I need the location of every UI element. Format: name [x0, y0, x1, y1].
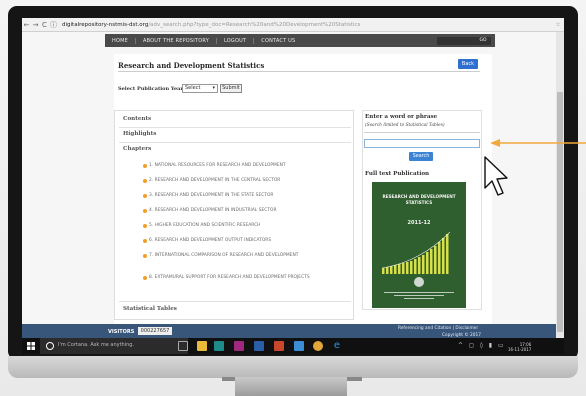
chapter-link[interactable]: 2. RESEARCH AND DEVELOPMENT IN THE CENTR…	[143, 178, 329, 184]
cover-title: RESEARCH AND DEVELOPMENT STATISTICS	[372, 194, 466, 206]
cover-title-line2: STATISTICS	[405, 200, 433, 205]
submit-button[interactable]: Submit	[220, 84, 242, 93]
bullet-icon	[143, 179, 147, 183]
nav-contact[interactable]: CONTACT US	[254, 38, 302, 44]
chapter-label: 4. RESEARCH AND DEVELOPMENT IN INDUSTRIA…	[149, 208, 277, 213]
phrase-search-input[interactable]	[364, 139, 480, 148]
statistical-tables-link[interactable]: Statistical Tables	[123, 306, 177, 312]
highlights-link[interactable]: Highlights	[123, 131, 156, 137]
word-icon[interactable]	[254, 341, 264, 351]
bullet-icon	[143, 164, 147, 168]
nav-about[interactable]: ABOUT THE REPOSITORY	[136, 37, 217, 44]
chapter-label: 3. RESEARCH AND DEVELOPMENT IN THE STATE…	[149, 193, 274, 198]
nav-logout[interactable]: LOGOUT	[217, 37, 255, 44]
divider	[119, 127, 351, 128]
search-button[interactable]: Search	[409, 152, 433, 161]
emblem-icon	[414, 277, 424, 287]
chapter-link[interactable]: 6. RESEARCH AND DEVELOPMENT OUTPUT INDIC…	[143, 238, 329, 244]
cortana-icon	[46, 342, 54, 350]
clock[interactable]: 17:06 16-11-2017	[508, 342, 531, 352]
bullet-icon	[143, 239, 147, 243]
chapter-link[interactable]: 7. INTERNATIONAL COMPARISON OF RESEARCH …	[143, 253, 299, 259]
contents-link[interactable]: Contents	[123, 116, 151, 122]
chrome-icon[interactable]	[313, 341, 323, 351]
chapter-label: 8. EXTRAMURAL SUPPORT FOR RESEARCH AND D…	[149, 275, 310, 280]
bullet-icon	[143, 194, 147, 198]
cover-bar-graphic	[381, 232, 451, 274]
scrollbar-thumb[interactable]	[557, 92, 563, 332]
go-button[interactable]: GO	[476, 37, 490, 45]
search-heading: Enter a word or phrase	[365, 114, 438, 120]
cover-footer-text	[384, 292, 454, 300]
arrow-right-icon[interactable]: →	[31, 21, 40, 29]
cortana-placeholder: I'm Cortana. Ask me anything.	[58, 342, 135, 348]
chapters-panel: Contents Highlights Chapters 1. NATIONAL…	[114, 110, 354, 320]
browser-toolbar: ← → C ⓘ digitalrepository-nstmis-dst.org…	[22, 18, 564, 32]
system-tray-icons[interactable]: ^ ◻ ◊ ▮ ▭	[458, 342, 506, 349]
chapter-label: 1. NATIONAL RESOURCES FOR RESEARCH AND D…	[149, 163, 286, 168]
scrollbar[interactable]	[556, 32, 564, 338]
title-divider	[118, 71, 480, 72]
windows-taskbar: I'm Cortana. Ask me anything. e ^ ◻ ◊ ▮ …	[22, 338, 564, 354]
bullet-icon	[143, 224, 147, 228]
search-divider	[364, 132, 480, 133]
chapter-link[interactable]: 5. HIGHER EDUCATION AND SCIENTIFIC RESEA…	[143, 223, 329, 229]
url-path: /adv_search.php?type_doc=Research%20and%…	[148, 21, 361, 28]
chapter-label: 7. INTERNATIONAL COMPARISON OF RESEARCH …	[149, 253, 299, 258]
star-icon[interactable]: ☆	[552, 22, 564, 28]
chapters-heading: Chapters	[123, 146, 152, 152]
info-icon: ⓘ	[50, 20, 57, 29]
year-label: Select Publication Year :	[118, 86, 187, 92]
page-title: Research and Development Statistics	[118, 61, 265, 70]
visitors-label: VISITORS	[108, 329, 135, 335]
photo-stage: ← → C ⓘ digitalrepository-nstmis-dst.org…	[0, 0, 586, 396]
divider	[119, 142, 351, 143]
reload-icon[interactable]: C	[40, 21, 49, 29]
monitor-chin	[8, 356, 578, 378]
clock-date: 16-11-2017	[508, 347, 532, 352]
bullet-icon	[143, 276, 147, 280]
powerpoint-icon[interactable]	[274, 341, 284, 351]
year-select[interactable]: Select ▾	[182, 84, 218, 93]
chapter-link[interactable]: 8. EXTRAMURAL SUPPORT FOR RESEARCH AND D…	[143, 275, 319, 281]
chapter-link[interactable]: 1. NATIONAL RESOURCES FOR RESEARCH AND D…	[143, 163, 329, 169]
year-select-value: Select	[185, 85, 201, 91]
chapter-label: 2. RESEARCH AND DEVELOPMENT IN THE CENTR…	[149, 178, 281, 183]
fulltext-heading: Full text Publication	[365, 171, 430, 177]
task-view-icon[interactable]	[178, 341, 188, 351]
chapter-link[interactable]: 4. RESEARCH AND DEVELOPMENT IN INDUSTRIA…	[143, 208, 329, 214]
search-subheading: (Search limited to Statistical Tables)	[365, 123, 445, 128]
bullet-icon	[143, 209, 147, 213]
windows-start-icon[interactable]	[27, 342, 35, 350]
cover-year: 2011-12	[407, 220, 431, 226]
divider	[119, 301, 351, 302]
back-button[interactable]: Back	[458, 59, 478, 69]
visitor-counter: 000227657	[138, 327, 172, 335]
cover-title-line1: RESEARCH AND DEVELOPMENT	[382, 194, 456, 199]
screen: ← → C ⓘ digitalrepository-nstmis-dst.org…	[22, 18, 564, 354]
edge-icon[interactable]: e	[332, 341, 342, 351]
chevron-down-icon: ▾	[212, 85, 215, 91]
chapter-label: 6. RESEARCH AND DEVELOPMENT OUTPUT INDIC…	[149, 238, 272, 243]
chapter-link[interactable]: 3. RESEARCH AND DEVELOPMENT IN THE STATE…	[143, 193, 329, 199]
publication-cover[interactable]: RESEARCH AND DEVELOPMENT STATISTICS 2011-…	[372, 182, 466, 308]
url-host: digitalrepository-nstmis-dst.org	[62, 21, 149, 28]
arrow-left-icon[interactable]: ←	[22, 21, 31, 29]
nav-home[interactable]: HOME	[105, 37, 136, 44]
chapter-label: 5. HIGHER EDUCATION AND SCIENTIFIC RESEA…	[149, 223, 261, 228]
bullet-icon	[143, 254, 147, 258]
monitor-stand	[235, 377, 347, 396]
file-explorer-icon[interactable]	[197, 341, 207, 351]
address-bar[interactable]: digitalrepository-nstmis-dst.org/adv_sea…	[62, 22, 552, 28]
footer-links[interactable]: Referencing and Citation | Disclaimer	[398, 326, 478, 331]
store-icon[interactable]	[294, 341, 304, 351]
onenote-icon[interactable]	[234, 341, 244, 351]
publisher-icon[interactable]	[214, 341, 224, 351]
